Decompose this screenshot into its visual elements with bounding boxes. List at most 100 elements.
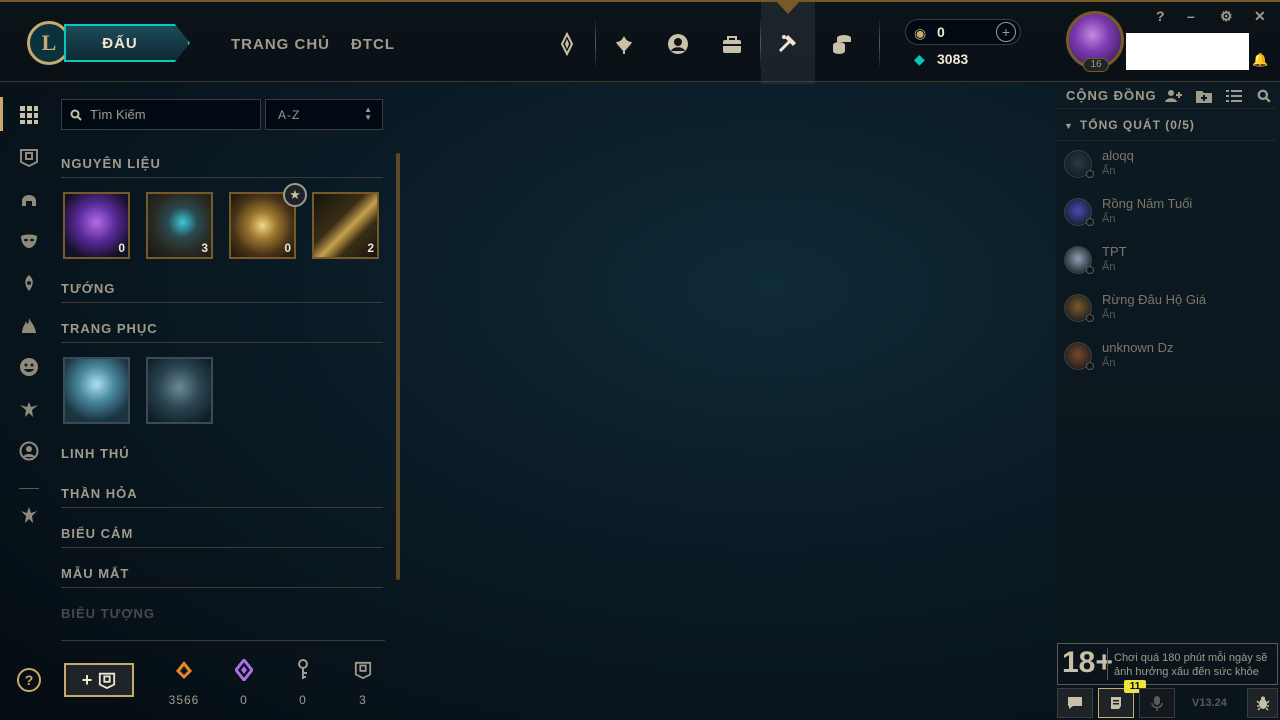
sort-select[interactable]: A-Z ▲ ▼ xyxy=(265,99,383,130)
loot-item-skin-2[interactable] xyxy=(146,357,213,424)
search-input[interactable] xyxy=(90,107,250,122)
currency-mythic-essence: 0 xyxy=(222,659,266,707)
play-button[interactable]: ĐẤU xyxy=(64,24,190,62)
ward-icon[interactable] xyxy=(17,271,41,295)
friend-name: TPT xyxy=(1102,244,1127,259)
currency-chest: 3 xyxy=(341,659,385,707)
loot-count: 0 xyxy=(284,241,291,255)
ranked-crest-icon[interactable] xyxy=(547,26,587,62)
chat-button[interactable] xyxy=(1057,688,1093,718)
mythic-essence-icon xyxy=(222,659,266,681)
friend-status: Ẩn xyxy=(1102,213,1116,225)
friend-row[interactable]: Rồng Năm Tuổi Ẩn xyxy=(1062,196,1272,236)
add-folder-icon[interactable] xyxy=(1194,87,1214,105)
mask-icon[interactable] xyxy=(17,229,41,253)
add-friend-icon[interactable] xyxy=(1164,87,1184,105)
loot-item-hextech-chest[interactable]: 3 xyxy=(146,192,213,259)
offline-status-icon xyxy=(1086,170,1094,178)
craft-plus: + xyxy=(81,669,93,690)
search-container xyxy=(61,99,261,130)
search-icon xyxy=(70,109,82,121)
notification-scroll-icon xyxy=(1111,697,1121,709)
friend-row[interactable]: unknown Dz Ẩn xyxy=(1062,340,1272,380)
bug-report-button[interactable] xyxy=(1247,688,1278,718)
friend-group-general[interactable]: ▼ TỔNG QUÁT (0/5) xyxy=(1064,118,1195,132)
loot-item-gemstone[interactable]: 0 xyxy=(63,192,130,259)
rail-active-indicator xyxy=(0,97,3,131)
challenges-icon[interactable] xyxy=(604,26,644,62)
offline-status-icon xyxy=(1086,314,1094,322)
key-fragment-icon xyxy=(281,659,325,681)
section-pets[interactable]: LINH THÚ xyxy=(61,446,383,468)
close-icon[interactable]: ✕ xyxy=(1254,8,1266,25)
logo-letter: L xyxy=(41,30,57,55)
nav-divider xyxy=(879,16,880,70)
loot-icon[interactable] xyxy=(761,2,815,84)
emote-icon[interactable] xyxy=(17,355,41,379)
loot-count: 3 xyxy=(201,241,208,255)
loot-item-hextech-key[interactable]: 2 xyxy=(312,192,379,259)
minimize-icon[interactable]: – xyxy=(1187,8,1195,24)
buy-rp-plus-icon[interactable]: + xyxy=(996,22,1016,42)
chest-icon[interactable] xyxy=(17,145,41,169)
trophy-icon[interactable] xyxy=(17,503,41,527)
orange-essence-value: 3566 xyxy=(168,693,200,707)
star-badge-icon: ★ xyxy=(283,183,307,207)
craft-button[interactable]: + xyxy=(64,663,134,697)
friend-name: Rừng Đâu Hộ Giá xyxy=(1102,292,1207,307)
level-badge: 16 xyxy=(1083,58,1109,72)
sort-chevron-icon: ▲ ▼ xyxy=(364,105,373,122)
section-champions[interactable]: TƯỚNG xyxy=(61,281,383,303)
chest-count-value: 3 xyxy=(359,693,367,707)
grid-icon[interactable] xyxy=(17,103,41,127)
client-version: V13.24 xyxy=(1192,697,1227,709)
friend-row[interactable]: TPT Ẩn xyxy=(1062,244,1272,284)
nav-divider xyxy=(595,16,596,70)
help-icon[interactable]: ? xyxy=(1156,8,1165,24)
nav-tft[interactable]: ĐTCL xyxy=(351,36,395,53)
chevron-down-icon: ▼ xyxy=(1064,121,1074,131)
loot-scrollbar[interactable] xyxy=(396,153,400,580)
list-icon[interactable] xyxy=(1224,87,1244,105)
champion-helmet-icon[interactable] xyxy=(17,187,41,211)
bell-icon[interactable]: 🔔 xyxy=(1252,52,1268,68)
offline-status-icon xyxy=(1086,362,1094,370)
store-icon[interactable] xyxy=(822,26,862,62)
section-eye-colors[interactable]: MẪU MẮT xyxy=(61,566,383,588)
friend-row[interactable]: Rừng Đâu Hộ Giá Ẩn xyxy=(1062,292,1272,332)
bird-icon[interactable] xyxy=(17,397,41,421)
settings-gear-icon[interactable]: ⚙ xyxy=(1220,8,1233,25)
search-icon[interactable] xyxy=(1254,87,1274,105)
section-skins[interactable]: TRANG PHỤC xyxy=(61,321,383,343)
friend-status: Ẩn xyxy=(1102,165,1116,177)
nav-home[interactable]: TRANG CHỦ xyxy=(231,36,330,53)
profile-icon[interactable] xyxy=(658,26,698,62)
blue-essence-icon: ◆ xyxy=(914,51,925,67)
rp-coin-icon: ◉ xyxy=(914,25,927,41)
social-divider xyxy=(1058,108,1276,109)
friend-name: Rồng Năm Tuổi xyxy=(1102,196,1193,211)
rp-value: 0 xyxy=(937,24,945,40)
friend-status: Ẩn xyxy=(1102,357,1116,369)
help-button[interactable]: ? xyxy=(17,668,41,692)
mythic-essence-value: 0 xyxy=(240,693,248,707)
section-materials[interactable]: NGUYÊN LIỆU xyxy=(61,156,383,178)
bottom-divider xyxy=(61,640,385,641)
social-title: CỘNG ĐỒNG xyxy=(1066,88,1157,103)
summoner-name-box[interactable] xyxy=(1126,33,1249,70)
offline-status-icon xyxy=(1086,266,1094,274)
spell-icon[interactable] xyxy=(17,313,41,337)
voice-button[interactable] xyxy=(1139,688,1175,718)
collection-icon[interactable] xyxy=(712,26,752,62)
section-icons[interactable]: BIỂU TƯỢNG xyxy=(61,606,383,628)
section-gems[interactable]: THẦN HỎA xyxy=(61,486,383,508)
friend-row[interactable]: aloqq Ẩn xyxy=(1062,148,1272,188)
currency-key-fragment: 0 xyxy=(281,659,325,707)
key-fragment-value: 0 xyxy=(299,693,307,707)
age-rating: 18+ xyxy=(1062,646,1113,679)
profile-circle-icon[interactable] xyxy=(17,439,41,463)
offline-status-icon xyxy=(1086,218,1094,226)
chest-icon xyxy=(341,659,385,681)
loot-item-skin-1[interactable] xyxy=(63,357,130,424)
section-emotes[interactable]: BIỂU CẢM xyxy=(61,526,383,548)
